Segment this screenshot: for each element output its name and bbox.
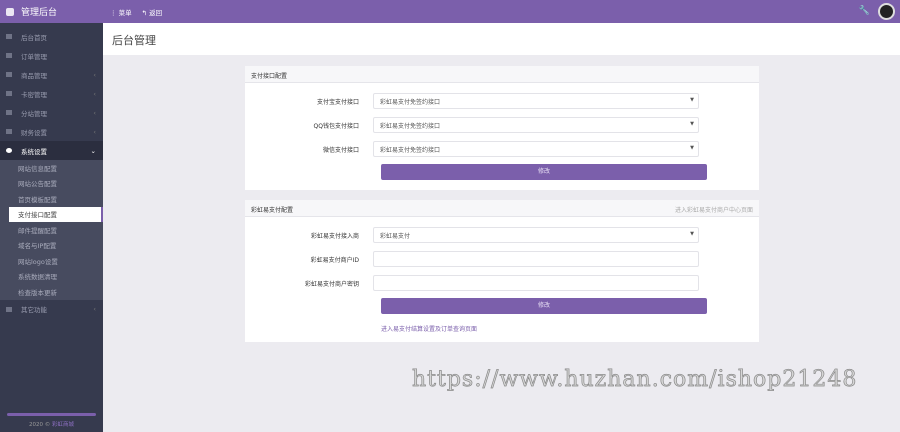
alipay-label: 支付宝支付接口: [316, 98, 359, 106]
avatar[interactable]: [878, 3, 895, 20]
wrench-icon[interactable]: 🔧: [859, 6, 870, 16]
copyright-link[interactable]: 彩虹商城: [52, 422, 74, 428]
system-submenu: 网站信息配置 网站公告配置 首页模板配置 支付接口配置 邮件提醒配置 域名与IP…: [0, 160, 103, 300]
form-row-pid: 彩虹易支付商户ID: [245, 247, 759, 271]
panel-title: 支付接口配置: [251, 73, 288, 80]
wxpay-select[interactable]: 彩虹易支付免签约接口 ▼: [373, 141, 699, 157]
provider-select[interactable]: 彩虹易支付 ▼: [373, 227, 699, 243]
panel-heading: 支付接口配置: [245, 66, 759, 83]
submenu-notice[interactable]: 网站公告配置: [0, 176, 103, 192]
card-icon: [6, 91, 12, 96]
sitemap-icon: [6, 110, 12, 115]
caret-down-icon: ▼: [690, 121, 694, 127]
submenu-mail[interactable]: 邮件提醒配置: [0, 222, 103, 238]
chevron-left-icon: ‹: [93, 305, 96, 313]
select-value: 彩虹易支付免签约接口: [380, 123, 441, 130]
list-icon: [6, 53, 12, 58]
back-label: 返回: [149, 9, 163, 17]
cart-icon: [6, 72, 12, 77]
gear-icon: [6, 148, 12, 153]
copyright: 2020 © 彩虹商城: [0, 420, 103, 432]
watermark: https://www.huzhan.com/ishop21248: [412, 367, 858, 393]
sidebar-item-other[interactable]: 其它功能 ‹: [0, 300, 103, 319]
chevron-down-icon: ⌄: [90, 146, 96, 155]
sidebar-bar: [7, 413, 96, 416]
caret-down-icon: ▼: [690, 145, 694, 151]
sidebar: 后台首页 订单管理 商品管理 ‹ 卡密管理 ‹ 分站管理 ‹ 财务设置 ‹ 系统设置 ⌄ …: [0, 23, 103, 432]
key-label: 彩虹易支付商户密钥: [304, 280, 359, 288]
page-title: 后台管理: [112, 34, 156, 47]
pid-input[interactable]: [373, 251, 699, 267]
brand[interactable]: 管理后台: [0, 0, 103, 23]
label: 订单管理: [21, 52, 47, 61]
home-icon: [6, 34, 12, 39]
back-button[interactable]: ↰ 返回: [142, 7, 163, 17]
sidebar-item-orders[interactable]: 订单管理: [0, 46, 103, 65]
sidebar-item-system[interactable]: 系统设置 ⌄: [0, 141, 103, 160]
submenu-logo[interactable]: 网站logo设置: [0, 253, 103, 269]
select-value: 彩虹易支付免签约接口: [380, 99, 441, 106]
alipay-select[interactable]: 彩虹易支付免签约接口 ▼: [373, 93, 699, 109]
label: 财务设置: [21, 128, 47, 137]
epay-config-panel: 彩虹易支付配置 进入彩虹易支付商户中心页面 彩虹易支付接入商 彩虹易支付 ▼ 彩虹易支…: [245, 200, 759, 342]
chevron-left-icon: ‹: [93, 70, 96, 79]
chevron-left-icon: ‹: [93, 127, 96, 136]
form-row-qqpay: QQ钱包支付接口 彩虹易支付免签约接口 ▼: [245, 113, 759, 137]
sidebar-item-finance[interactable]: 财务设置 ‹: [0, 122, 103, 141]
panel-heading: 彩虹易支付配置 进入彩虹易支付商户中心页面: [245, 200, 759, 217]
merchant-center-link[interactable]: 进入彩虹易支付商户中心页面: [675, 205, 753, 214]
sidebar-item-substations[interactable]: 分站管理 ‹: [0, 103, 103, 122]
page-header: 后台管理: [103, 23, 900, 55]
sidebar-item-cards[interactable]: 卡密管理 ‹: [0, 84, 103, 103]
logo-icon: [6, 7, 14, 16]
label: 分站管理: [21, 109, 47, 118]
select-value: 彩虹易支付免签约接口: [380, 147, 441, 154]
settlement-link[interactable]: 进入易支付结算设置及订单查询页面: [381, 324, 759, 333]
select-value: 彩虹易支付: [380, 233, 411, 240]
submenu-site-info[interactable]: 网站信息配置: [0, 160, 103, 176]
copyright-year: 2020 ©: [28, 422, 51, 428]
submit-button[interactable]: 修改: [381, 164, 707, 180]
submenu-domain[interactable]: 域名与IP配置: [0, 238, 103, 254]
form-row-key: 彩虹易支付商户密钥: [245, 271, 759, 295]
key-input[interactable]: [373, 275, 699, 291]
label: 商品管理: [21, 71, 47, 80]
submenu-cleanup[interactable]: 系统数据清理: [0, 269, 103, 285]
finance-icon: [6, 129, 12, 134]
menu-label: 菜单: [118, 9, 132, 17]
pid-label: 彩虹易支付商户ID: [310, 256, 359, 264]
submenu-template[interactable]: 首页模板配置: [0, 191, 103, 207]
share-icon: [6, 306, 12, 312]
sidebar-item-products[interactable]: 商品管理 ‹: [0, 65, 103, 84]
form-row-wxpay: 微信支付接口 彩虹易支付免签约接口 ▼: [245, 137, 759, 161]
wxpay-label: 微信支付接口: [322, 146, 359, 154]
provider-label: 彩虹易支付接入商: [310, 232, 359, 240]
chevron-left-icon: ‹: [93, 108, 96, 117]
form-row-provider: 彩虹易支付接入商 彩虹易支付 ▼: [245, 223, 759, 247]
caret-down-icon: ▼: [690, 97, 694, 103]
top-bar: 管理后台 ⋮ 菜单 ↰ 返回 🔧: [0, 0, 900, 23]
menu-button[interactable]: ⋮ 菜单: [110, 7, 132, 17]
chevron-left-icon: ‹: [93, 89, 96, 98]
sidebar-item-home[interactable]: 后台首页: [0, 27, 103, 46]
qqpay-label: QQ钱包支付接口: [313, 122, 359, 130]
submenu-payment[interactable]: 支付接口配置: [9, 206, 103, 222]
payment-interface-panel: 支付接口配置 支付宝支付接口 彩虹易支付免签约接口 ▼ QQ钱包支付接口 彩虹易支付免…: [245, 66, 759, 190]
caret-down-icon: ▼: [690, 231, 694, 237]
label: 其它功能: [21, 306, 47, 314]
qqpay-select[interactable]: 彩虹易支付免签约接口 ▼: [373, 117, 699, 133]
submenu-update[interactable]: 检查版本更新: [0, 284, 103, 300]
label: 卡密管理: [21, 90, 47, 99]
label: 系统设置: [21, 147, 47, 156]
app-title: 管理后台: [21, 8, 58, 18]
label: 后台首页: [21, 33, 47, 42]
submit-button[interactable]: 修改: [381, 298, 707, 314]
panel-title: 彩虹易支付配置: [251, 207, 294, 214]
form-row-alipay: 支付宝支付接口 彩虹易支付免签约接口 ▼: [245, 89, 759, 113]
